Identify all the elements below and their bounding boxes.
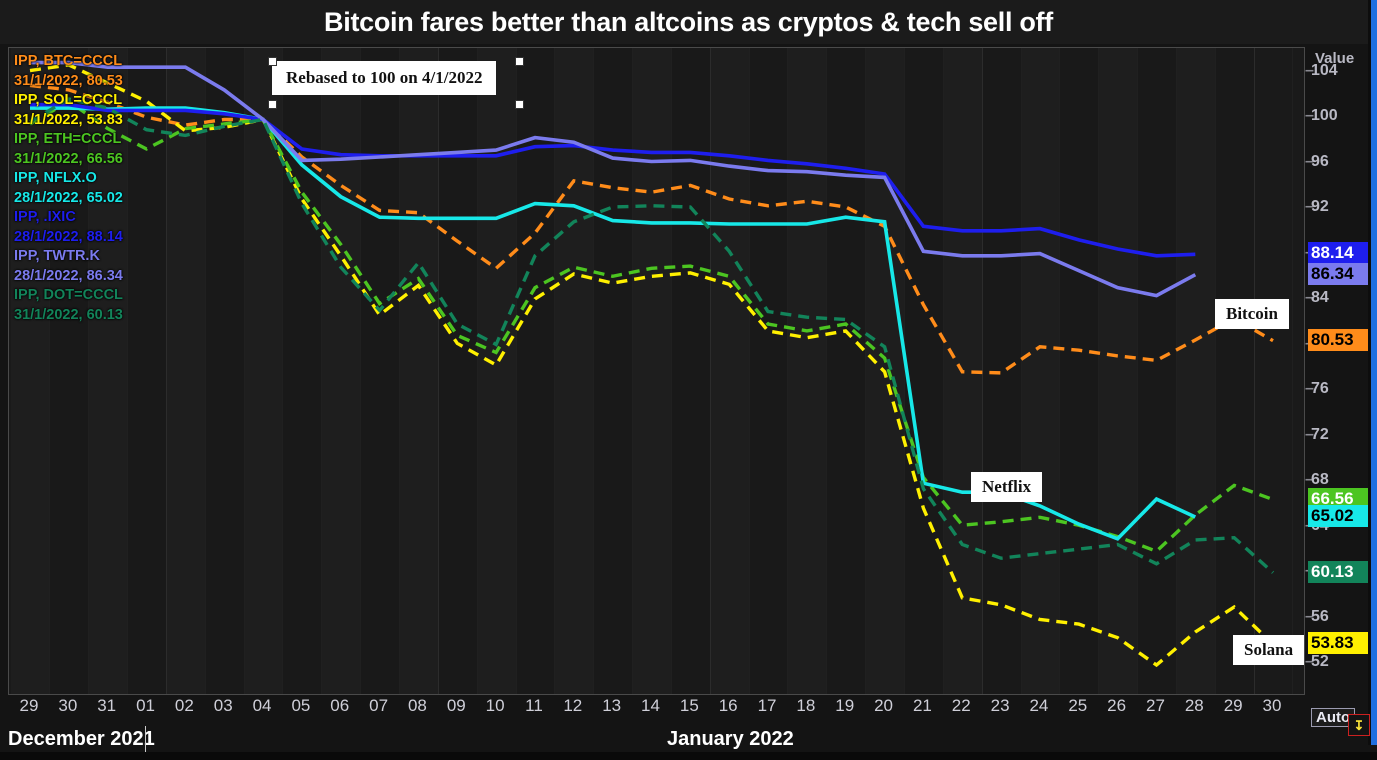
- title-bar: Bitcoin fares better than altcoins as cr…: [0, 0, 1377, 44]
- x-tick-label: 28: [1184, 696, 1204, 715]
- x-tick-label: 13: [602, 696, 622, 715]
- legend-series-name[interactable]: IPP, NFLX.O: [14, 169, 123, 189]
- x-tick-label: 31: [97, 696, 117, 715]
- legend-series-value: 28/1/2022, 65.02: [14, 189, 123, 206]
- x-tick-label: 27: [1146, 696, 1165, 715]
- x-tick-label: 30: [58, 696, 78, 715]
- x-tick-label: 14: [641, 696, 660, 715]
- legend-series-value: 31/1/2022, 60.13: [14, 306, 123, 323]
- x-tick-label: 12: [563, 696, 583, 715]
- series-lines: [29, 60, 1275, 668]
- month-label: December 2021: [8, 728, 155, 750]
- legend-series-value: 31/1/2022, 53.83: [14, 111, 123, 128]
- y-tick: –72: [1305, 425, 1329, 443]
- x-tick-label: 11: [525, 696, 543, 715]
- y-tick: –104: [1305, 62, 1338, 79]
- series-line-twitter: [30, 60, 1197, 298]
- legend-series-name[interactable]: IPP, SOL=CCCL: [14, 91, 123, 111]
- value-badge[interactable]: 65.02: [1308, 505, 1370, 528]
- nav-resize-icon[interactable]: ↧: [1348, 714, 1370, 736]
- x-tick-label: 05: [291, 696, 311, 715]
- y-tick: –100: [1305, 107, 1338, 125]
- annotation-handle-br[interactable]: [515, 100, 524, 109]
- y-tick-label: 92: [1311, 198, 1329, 216]
- x-tick-label: 19: [835, 696, 855, 715]
- y-tick: –76: [1305, 380, 1329, 398]
- callout-netflix[interactable]: Netflix: [971, 472, 1043, 502]
- legend-series-name[interactable]: IPP, DOT=CCCL: [14, 286, 123, 306]
- y-tick-label: 76: [1311, 380, 1329, 398]
- value-badge[interactable]: 86.34: [1308, 262, 1370, 285]
- y-tick-label: 96: [1311, 152, 1329, 170]
- series-line-polkadot: [29, 97, 1275, 574]
- x-tick-label: 29: [19, 696, 39, 715]
- x-tick-label: 22: [951, 696, 971, 715]
- legend-series-value: 31/1/2022, 66.56: [14, 150, 123, 167]
- callout-solana[interactable]: Solana: [1233, 635, 1305, 665]
- x-tick-label: 03: [213, 696, 233, 715]
- y-tick-label: 56: [1311, 607, 1329, 625]
- x-axis[interactable]: 29 30 31 01 02 03 04 05 06 07 08 09 10 11 12 13 14 15 16 17…: [8, 696, 1305, 726]
- x-tick-label: 20: [874, 696, 894, 715]
- x-tick-label: 04: [252, 696, 272, 715]
- y-tick: –52: [1305, 653, 1329, 670]
- x-tick-label: 17: [757, 696, 777, 715]
- legend-series-name[interactable]: IPP, ETH=CCCL: [14, 130, 123, 150]
- value-badge[interactable]: 53.83: [1308, 632, 1370, 655]
- legend-series-name[interactable]: IPP, TWTR.K: [14, 247, 123, 267]
- annotation-handle-tl[interactable]: [268, 57, 277, 66]
- y-tick-label: 68: [1311, 471, 1329, 489]
- y-tick: –96: [1305, 152, 1329, 170]
- y-axis[interactable]: Value –104–100–96–92–88–84–80–76–72–68–6…: [1305, 47, 1365, 727]
- right-scrollbar[interactable]: [1371, 0, 1377, 745]
- x-tick-label: 25: [1068, 696, 1088, 715]
- annotation-handle-bl[interactable]: [268, 100, 277, 109]
- y-tick-label: 84: [1311, 289, 1329, 307]
- month-label: January 2022: [667, 728, 794, 750]
- series-line-ethereum: [29, 99, 1274, 554]
- x-tick-label: 29: [1223, 696, 1243, 715]
- y-tick-label: 72: [1311, 425, 1329, 443]
- month-separator: [145, 726, 146, 752]
- y-tick: –68: [1305, 471, 1329, 489]
- legend-series-value: 28/1/2022, 88.14: [14, 228, 123, 245]
- series-line-solana: [29, 63, 1275, 668]
- x-tick-label: 21: [912, 696, 932, 715]
- y-tick-label: 100: [1311, 107, 1338, 125]
- y-tick: –92: [1305, 198, 1329, 216]
- value-badge[interactable]: 80.53: [1308, 328, 1370, 351]
- y-tick: –84: [1305, 289, 1329, 307]
- legend-series-value: 31/1/2022, 80.53: [14, 72, 123, 89]
- x-tick-label: 18: [796, 696, 816, 715]
- x-tick-label: 08: [407, 696, 427, 715]
- x-tick-label: 10: [485, 696, 505, 715]
- value-badge[interactable]: 88.14: [1308, 242, 1370, 265]
- y-tick-label: 52: [1311, 653, 1329, 670]
- page-title: Bitcoin fares better than altcoins as cr…: [324, 6, 1053, 37]
- x-tick-label: 30: [1262, 696, 1282, 715]
- x-tick-label: 06: [330, 696, 350, 715]
- x-tick-label: 24: [1029, 696, 1049, 715]
- x-tick-label: 26: [1107, 696, 1127, 715]
- value-badge[interactable]: 60.13: [1308, 560, 1370, 583]
- x-tick-label: 15: [679, 696, 699, 715]
- x-tick-label: 23: [990, 696, 1010, 715]
- x-tick-label: 07: [369, 696, 389, 715]
- x-tick-label: 01: [136, 696, 155, 715]
- plot-area[interactable]: [8, 47, 1305, 695]
- x-tick-label: 02: [174, 696, 194, 715]
- y-tick: –56: [1305, 607, 1329, 625]
- callout-bitcoin[interactable]: Bitcoin: [1215, 299, 1289, 329]
- bottom-bar: [0, 752, 1377, 760]
- y-tick-label: 104: [1311, 62, 1338, 79]
- legend[interactable]: IPP, BTC=CCCL 31/1/2022, 80.53 IPP, SOL=CC…: [14, 52, 123, 325]
- legend-series-name[interactable]: IPP, .IXIC: [14, 208, 123, 228]
- annotation-handle-tr[interactable]: [515, 57, 524, 66]
- x-tick-label: 16: [718, 696, 738, 715]
- x-tick-label: 09: [446, 696, 466, 715]
- legend-series-value: 28/1/2022, 86.34: [14, 267, 123, 284]
- annotation-textbox[interactable]: Rebased to 100 on 4/1/2022: [272, 61, 497, 95]
- chart-window: Bitcoin fares better than altcoins as cr…: [0, 0, 1377, 760]
- legend-series-name[interactable]: IPP, BTC=CCCL: [14, 52, 123, 72]
